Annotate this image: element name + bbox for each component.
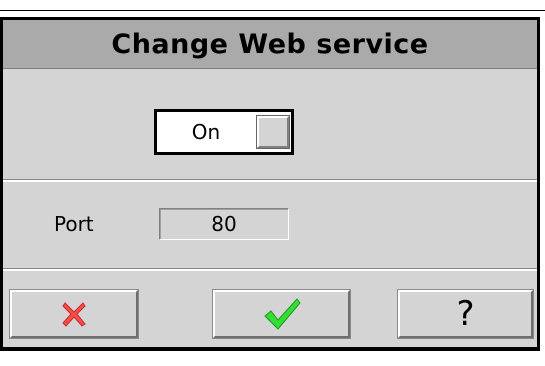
- button-bar-divider: [3, 268, 537, 271]
- dialog-title-bar: Change Web service: [3, 20, 537, 69]
- port-input[interactable]: 80: [159, 208, 289, 240]
- cancel-button[interactable]: [9, 289, 139, 339]
- web-service-toggle[interactable]: On: [154, 109, 294, 155]
- help-button[interactable]: ?: [397, 289, 534, 339]
- dialog-title: Change Web service: [111, 28, 429, 60]
- help-label: ?: [456, 294, 475, 334]
- top-separator-line: [0, 10, 545, 11]
- toggle-state-label: On: [191, 120, 221, 144]
- ok-button[interactable]: [212, 289, 351, 339]
- section-divider: [3, 179, 537, 182]
- port-label: Port: [54, 212, 94, 236]
- toggle-knob[interactable]: [256, 115, 290, 149]
- green-check-icon: [263, 298, 301, 330]
- change-web-service-dialog: Change Web service On Port 80 ?: [0, 17, 540, 351]
- red-x-icon: [62, 302, 86, 327]
